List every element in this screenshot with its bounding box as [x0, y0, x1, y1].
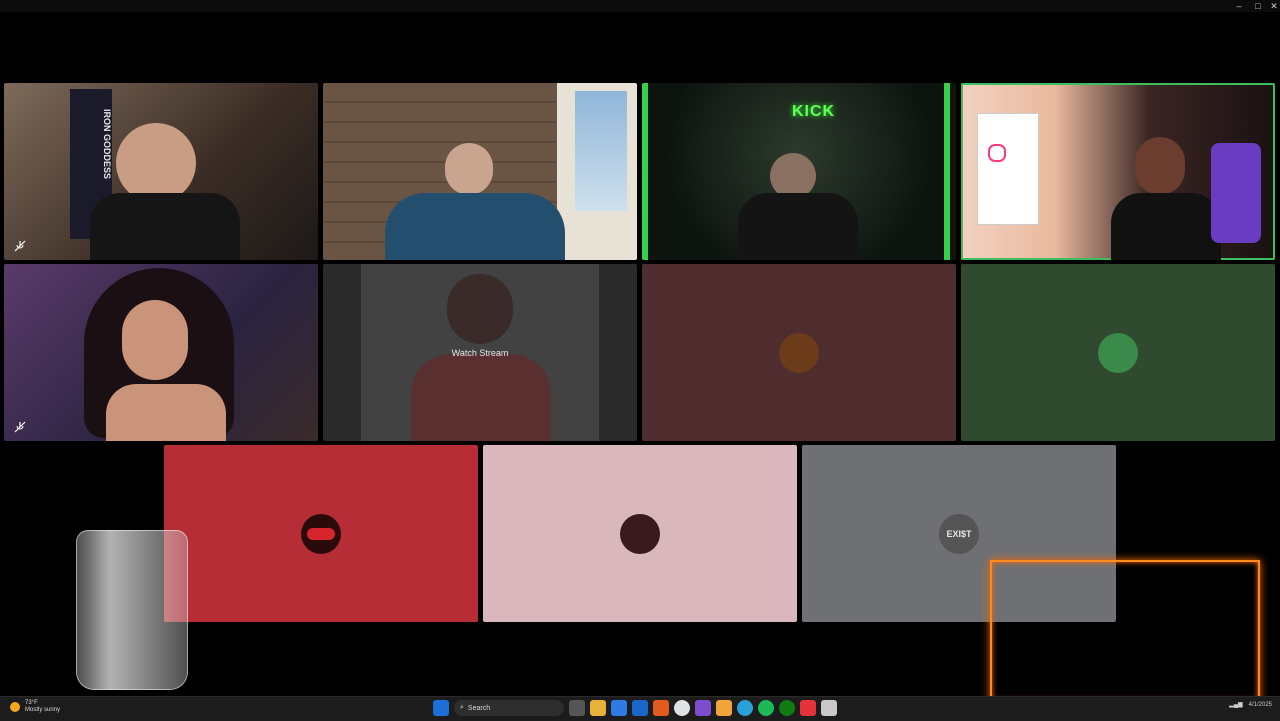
pc-case: [977, 113, 1039, 225]
participant-tile-9[interactable]: [164, 445, 478, 622]
close-button[interactable]: ✕: [1267, 0, 1280, 12]
avatar-text: EXI$T: [946, 528, 972, 539]
maximize-button[interactable]: □: [1251, 0, 1265, 12]
window-view: [575, 91, 627, 211]
taskbar: 73°F Mostly sunny ⌕ Search ▂▄▆ 4/1/2025: [0, 696, 1280, 721]
glass-cup-overlay: [76, 530, 188, 690]
outlook-icon[interactable]: [632, 700, 648, 716]
participant-face: [122, 300, 188, 380]
participant-body: [1111, 193, 1221, 260]
date-text: 4/1/2025: [1248, 701, 1272, 708]
participant-tile-8[interactable]: [961, 264, 1275, 441]
participant-tile-stream[interactable]: Watch Stream: [323, 264, 637, 441]
spotify-icon[interactable]: [758, 700, 774, 716]
edge-icon[interactable]: [737, 700, 753, 716]
chrome-icon[interactable]: [674, 700, 690, 716]
app-icon[interactable]: [821, 700, 837, 716]
participant-tile-7[interactable]: [642, 264, 956, 441]
search-icon: ⌕: [460, 704, 464, 711]
participant-avatar: [779, 332, 819, 373]
participant-face: [445, 143, 493, 195]
task-view-icon[interactable]: [569, 700, 585, 716]
rgb-fan: [988, 144, 1006, 162]
led-strip-right: [944, 83, 950, 260]
network-icon: ▂▄▆: [1229, 702, 1243, 708]
participant-tile-3[interactable]: KICK: [642, 83, 956, 260]
search-label: Search: [467, 704, 491, 712]
participant-tile-5[interactable]: [4, 264, 318, 441]
neon-sign: KICK: [792, 103, 836, 120]
lips-logo: [307, 527, 335, 540]
participant-avatar: [301, 513, 341, 554]
discord-icon[interactable]: [695, 700, 711, 716]
participant-body: [90, 193, 240, 260]
store-icon[interactable]: [611, 700, 627, 716]
participant-tile-4[interactable]: [961, 83, 1275, 260]
weather-temp: 73°F: [25, 700, 38, 706]
watch-stream-button[interactable]: Watch Stream: [452, 348, 509, 358]
participant-body: [106, 384, 226, 441]
participant-body: [385, 193, 565, 260]
led-strip-left: [642, 83, 648, 260]
participant-avatar: EXI$T: [939, 513, 979, 554]
preview-head: [447, 274, 513, 344]
sun-icon: [10, 702, 20, 712]
poster-text: IRON GODDESS: [102, 109, 112, 180]
participant-face: [1135, 137, 1185, 195]
mic-muted-icon: [14, 421, 26, 433]
app-icon[interactable]: [716, 700, 732, 716]
weather-desc: Mostly sunny: [25, 707, 61, 713]
minimize-button[interactable]: –: [1232, 0, 1246, 12]
window-titlebar: – □ ✕: [0, 0, 1280, 12]
participant-tile-10[interactable]: [483, 445, 797, 622]
gaming-chair: [1211, 143, 1261, 243]
participant-tile-2[interactable]: [323, 83, 637, 260]
file-explorer-icon[interactable]: [590, 700, 606, 716]
stream-overlay-frame: [990, 560, 1260, 702]
app-icon[interactable]: [653, 700, 669, 716]
participant-avatar: [1098, 332, 1138, 373]
system-tray[interactable]: ▂▄▆ 4/1/2025: [1229, 701, 1272, 709]
app-icon[interactable]: [800, 700, 816, 716]
taskbar-apps: ⌕ Search: [433, 700, 837, 716]
search-box[interactable]: ⌕ Search: [454, 700, 564, 716]
participant-body: [738, 193, 858, 260]
participant-tile-1[interactable]: IRON GODDESS: [4, 83, 318, 260]
weather-widget[interactable]: 73°F Mostly sunny: [10, 700, 60, 714]
participant-face: [116, 123, 196, 203]
mic-muted-icon: [14, 240, 26, 252]
preview-body: [411, 354, 551, 441]
xbox-icon[interactable]: [779, 700, 795, 716]
participant-avatar: [620, 513, 660, 554]
start-icon[interactable]: [433, 700, 449, 716]
